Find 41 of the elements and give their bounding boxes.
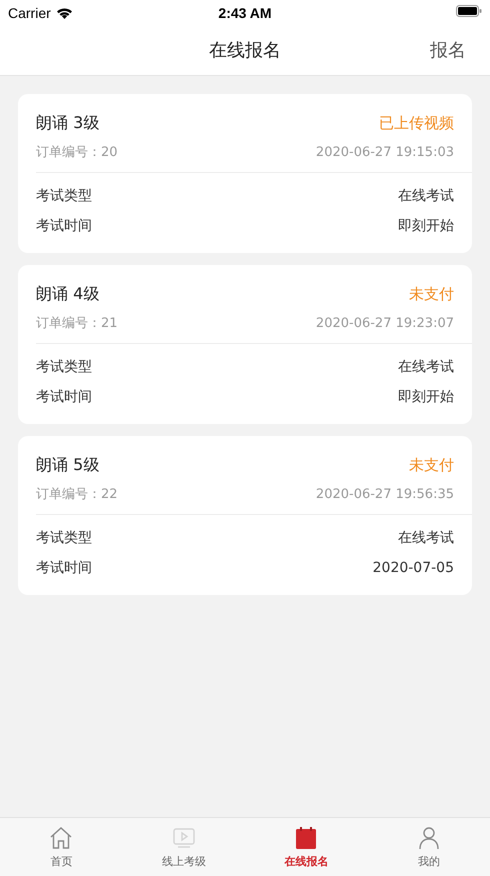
house-icon <box>49 826 74 850</box>
field-value: 在线考试 <box>398 187 454 205</box>
tab-item[interactable]: 线上考级 <box>122 818 245 876</box>
register-button[interactable]: 报名 <box>430 38 466 62</box>
tab-item[interactable]: 在线报名 <box>245 818 368 876</box>
person-icon <box>416 826 441 850</box>
field-label: 考试时间 <box>36 388 92 406</box>
play-icon <box>172 826 196 850</box>
field-label: 考试类型 <box>36 529 92 547</box>
order-number: 订单编号：22 <box>36 486 118 503</box>
page-title: 在线报名 <box>209 39 281 62</box>
tab-item[interactable]: 我的 <box>368 818 490 876</box>
order-card[interactable]: 朗诵 4级 未支付 订单编号：21 2020-06-27 19:23:07 考试类型 在线考试 考试时间 即刻开始 <box>18 265 472 424</box>
field-label: 考试类型 <box>36 358 92 376</box>
field-value: 即刻开始 <box>398 217 454 235</box>
order-date: 2020-06-27 19:56:35 <box>316 486 454 502</box>
carrier-label: Carrier <box>8 4 51 20</box>
field-label: 考试时间 <box>36 559 92 577</box>
order-card[interactable]: 朗诵 3级 已上传视频 订单编号：20 2020-06-27 19:15:03 考试类型 在线考试 考试时间 即刻开始 <box>18 94 472 253</box>
course-title: 朗诵 3级 <box>36 112 100 134</box>
calendar-icon <box>294 826 318 850</box>
course-title: 朗诵 5级 <box>36 454 100 476</box>
course-title: 朗诵 4级 <box>36 284 100 304</box>
order-date: 2020-06-27 19:23:07 <box>316 316 454 330</box>
field-value: 2020-07-05 <box>372 560 454 576</box>
clock-time: 2:43 AM <box>218 4 272 20</box>
field-value: 在线考试 <box>398 358 454 376</box>
order-number: 订单编号：20 <box>36 144 118 161</box>
battery-icon <box>456 4 482 16</box>
field-label: 考试时间 <box>36 217 92 235</box>
field-value: 在线考试 <box>398 529 454 547</box>
order-card[interactable]: 朗诵 5级 未支付 订单编号：22 2020-06-27 19:56:35 考试类型 在线考试 考试时间 2020-07-05 <box>18 436 472 595</box>
order-status: 已上传视频 <box>379 114 454 132</box>
field-value: 即刻开始 <box>398 388 454 406</box>
order-status: 未支付 <box>409 456 454 474</box>
wifi-icon <box>56 6 73 18</box>
order-number: 订单编号：21 <box>36 315 118 332</box>
order-date: 2020-06-27 19:15:03 <box>316 144 454 160</box>
tab-item[interactable]: 首页 <box>0 818 122 876</box>
field-label: 考试类型 <box>36 187 92 205</box>
order-status: 未支付 <box>409 284 454 304</box>
